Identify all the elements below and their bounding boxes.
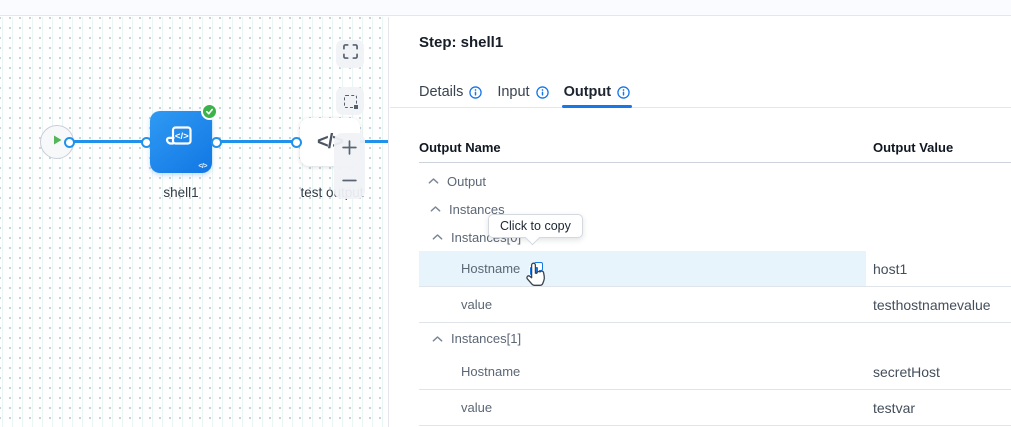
page-title: Step: shell1 [419, 34, 503, 51]
tree-group-row-output[interactable]: Output [419, 167, 1011, 195]
output-value[interactable]: secretHost [873, 364, 940, 380]
output-row-value: value testhostnamevalue [419, 287, 1011, 323]
output-row-hostname: Hostname secretHost [419, 354, 1011, 390]
output-name: Instances[1] [451, 331, 521, 346]
tab-label: Output [564, 85, 612, 100]
tab-label: Input [497, 85, 529, 100]
tooltip: Click to copy [488, 214, 583, 238]
success-check-icon [201, 103, 218, 120]
zoom-in-button[interactable] [334, 133, 365, 166]
connector-port[interactable] [141, 137, 152, 148]
name-cell: Output [419, 167, 1011, 195]
name-cell: Hostname [419, 251, 1011, 286]
info-icon [469, 86, 482, 99]
tree-group-row-instances-1-[interactable]: Instances[1] [419, 323, 1011, 354]
name-cell: Instances[1] [419, 323, 1011, 354]
output-table-rows: OutputInstancesInstances[0]Hostnamehost1… [419, 167, 1011, 426]
play-icon [51, 133, 63, 151]
name-cell: value [419, 390, 1011, 425]
marquee-select-button[interactable] [336, 87, 364, 115]
connector-port[interactable] [211, 137, 222, 148]
top-strip [0, 0, 1011, 16]
chevron-up-icon[interactable] [428, 177, 439, 185]
output-name: Output [447, 174, 486, 189]
output-table: Output Name Output Value Output Instances… [419, 134, 1011, 427]
hand-cursor-icon [523, 262, 547, 294]
output-name: Hostname [461, 364, 520, 379]
connector-port[interactable] [291, 137, 302, 148]
tab-label: Details [419, 85, 463, 100]
info-icon [536, 86, 549, 99]
svg-text:</>: </> [175, 130, 189, 141]
column-header-output-value: Output Value [873, 140, 953, 155]
connector-port[interactable] [64, 137, 75, 148]
expand-button[interactable] [336, 40, 364, 68]
chevron-up-icon[interactable] [432, 233, 443, 241]
plus-icon [341, 139, 358, 161]
column-header-output-name: Output Name [419, 140, 501, 155]
output-row-hostname: Hostname host1 [419, 251, 1011, 287]
output-value[interactable]: host1 [873, 261, 907, 277]
minus-icon [341, 172, 358, 194]
code-icon: </> [198, 163, 207, 170]
workflow-canvas[interactable]: </> </> </> shell1 test output [0, 17, 389, 427]
output-name: value [461, 297, 492, 312]
marquee-select-icon [344, 95, 357, 108]
zoom-controls [334, 133, 365, 199]
step-detail-panel: Step: shell1 Details Input Output Output N… [390, 17, 1011, 427]
chevron-up-icon[interactable] [430, 205, 441, 213]
output-value[interactable]: testvar [873, 400, 915, 416]
zoom-out-button[interactable] [334, 166, 365, 199]
tab-output[interactable]: Output [564, 77, 631, 107]
info-icon [617, 86, 630, 99]
expand-icon [343, 44, 358, 64]
output-value[interactable]: testhostnamevalue [873, 297, 991, 313]
output-name: value [461, 400, 492, 415]
tab-details[interactable]: Details [419, 77, 482, 107]
tab-input[interactable]: Input [497, 77, 548, 107]
table-header: Output Name Output Value [419, 134, 1011, 163]
tab-bar: Details Input Output [390, 77, 1011, 108]
node-label-shell1: shell1 [150, 185, 212, 200]
output-name: Hostname [461, 261, 520, 276]
output-row-value: value testvar [419, 390, 1011, 426]
node-shell1[interactable]: </> </> [150, 111, 212, 173]
shell-script-icon: </> [163, 122, 199, 163]
chevron-up-icon[interactable] [432, 335, 443, 343]
